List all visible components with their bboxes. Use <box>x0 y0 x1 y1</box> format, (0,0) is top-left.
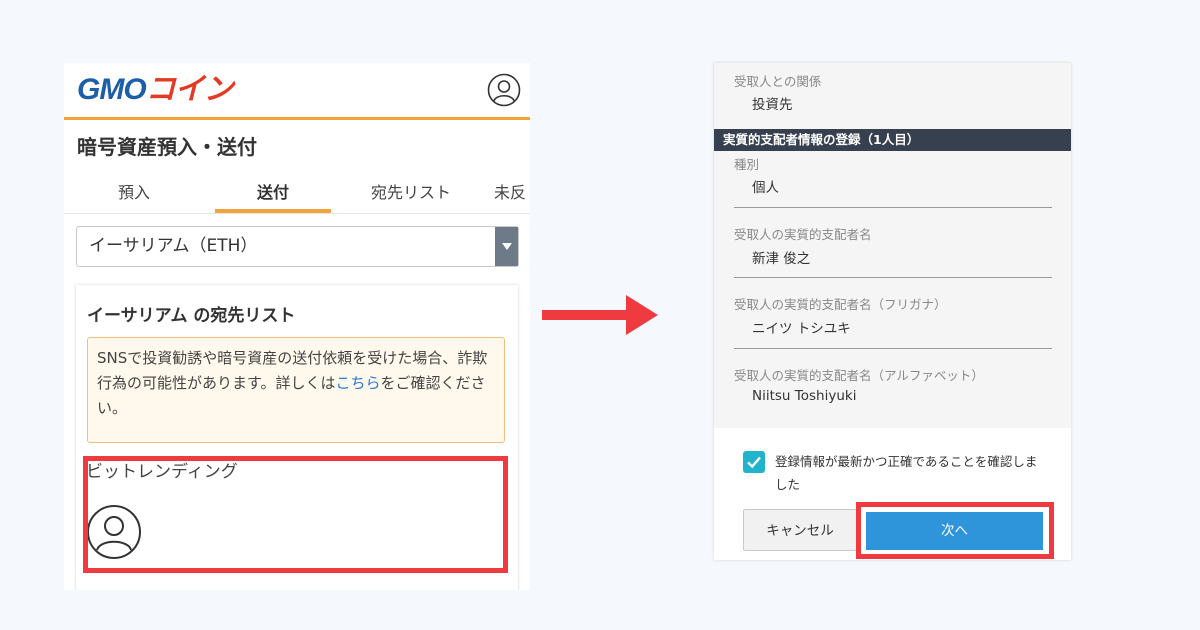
currency-select-value: イーサリアム（ETH） <box>89 236 258 256</box>
tab-address-list[interactable]: 宛先リスト <box>344 173 478 213</box>
gmo-coin-logo: GMOコイン <box>77 73 234 106</box>
currency-select[interactable]: イーサリアム（ETH） <box>76 226 519 267</box>
section-header: 実質的支配者情報の登録（1人目） <box>714 129 1071 151</box>
tab-bar: 預入 送付 宛先リスト 未反 <box>64 173 530 214</box>
field-divider <box>734 277 1052 278</box>
checkmark-icon <box>747 456 761 469</box>
highlight-box-next <box>856 502 1054 559</box>
highlight-box-entry <box>83 456 508 573</box>
app-header: GMOコイン <box>64 63 530 120</box>
type-label: 種別 <box>734 157 760 172</box>
owner-alphabet-label: 受取人の実質的支配者名（アルファベット） <box>734 368 984 383</box>
cancel-button[interactable]: キャンセル <box>743 509 857 551</box>
tab-send[interactable]: 送付 <box>215 173 331 213</box>
owner-kana-label: 受取人の実質的支配者名（フリガナ） <box>734 297 947 312</box>
confirm-checkbox[interactable] <box>743 451 765 473</box>
relation-value: 投資先 <box>752 97 793 113</box>
owner-alphabet-value[interactable]: Niitsu Toshiyuki <box>752 388 856 404</box>
type-value[interactable]: 個人 <box>752 176 779 196</box>
field-divider <box>734 348 1052 349</box>
tab-pending[interactable]: 未反 <box>494 173 530 213</box>
owner-name-value[interactable]: 新津 俊之 <box>752 247 810 267</box>
tab-deposit[interactable]: 預入 <box>64 173 204 213</box>
right-screenshot: 受取人との関係 投資先 実質的支配者情報の登録（1人目） 種別 個人 受取人の実… <box>714 63 1071 560</box>
confirm-text: 登録情報が最新かつ正確であることを確認しました <box>775 454 1038 492</box>
fraud-notice: SNSで投資勧誘や暗号資産の送付依頼を受けた場合、詐欺行為の可能性があります。詳… <box>87 337 505 443</box>
field-divider <box>734 207 1052 208</box>
page-title: 暗号資産預入・送付 <box>77 135 257 159</box>
owner-kana-value[interactable]: ニイツ トシユキ <box>752 317 851 337</box>
user-circle-icon[interactable] <box>487 73 521 107</box>
owner-name-label: 受取人の実質的支配者名 <box>734 227 872 242</box>
relation-label: 受取人との関係 <box>734 74 822 89</box>
notice-link[interactable]: こちら <box>336 374 381 392</box>
right-arrow-icon <box>542 295 658 335</box>
address-list-title: イーサリアム の宛先リスト <box>87 306 296 326</box>
dropdown-arrow-icon[interactable] <box>495 227 518 266</box>
